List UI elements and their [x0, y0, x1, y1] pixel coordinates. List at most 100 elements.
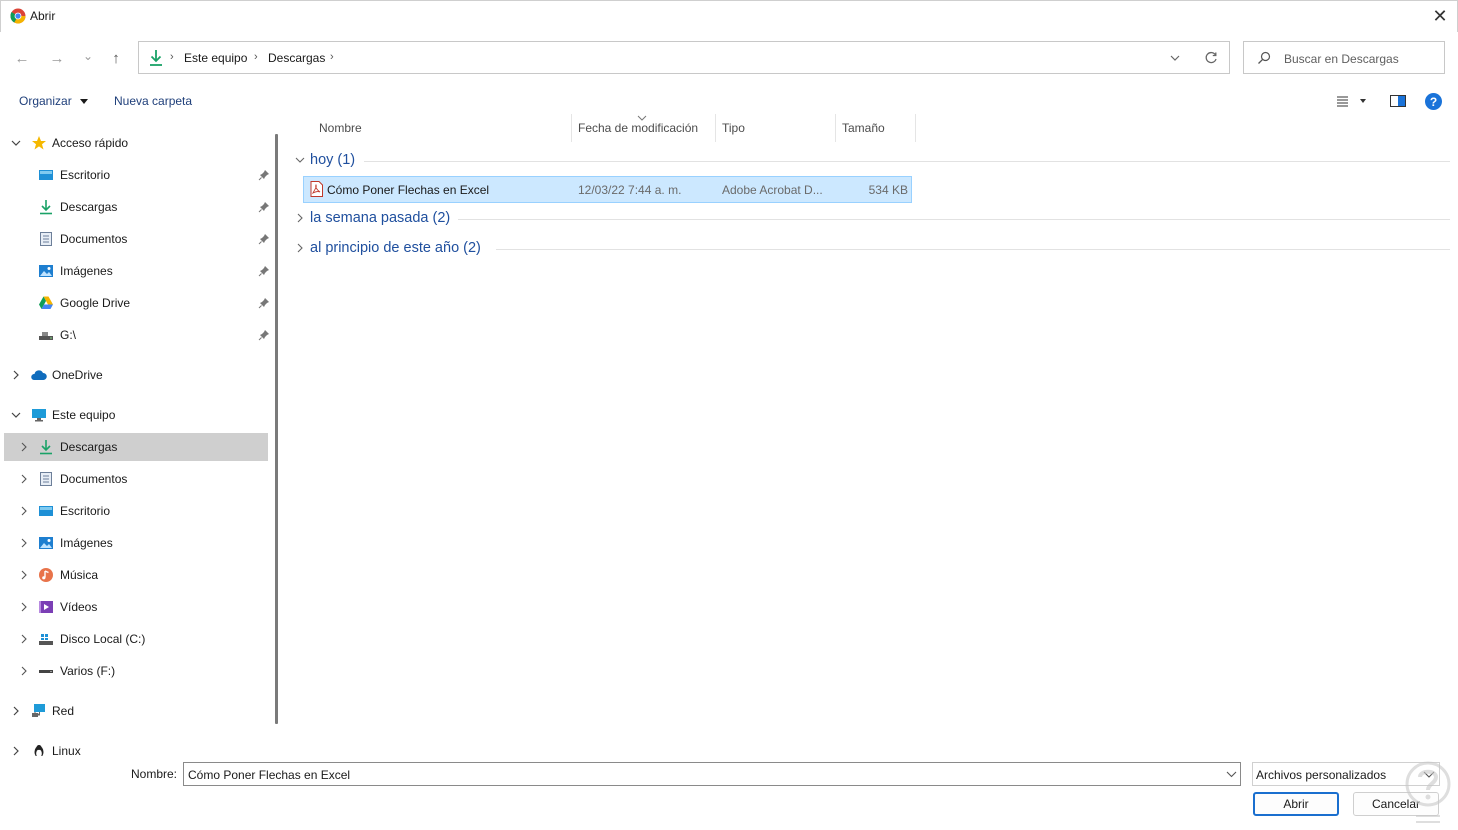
nav-label: Documentos: [60, 472, 128, 486]
file-size: 534 KB: [868, 183, 908, 197]
column-label: Tipo: [722, 121, 745, 135]
chevron-right-icon: [18, 537, 30, 549]
address-bar[interactable]: › Este equipo › Descargas ›: [138, 41, 1230, 74]
pin-icon: [258, 202, 269, 213]
preview-pane-button[interactable]: [1388, 92, 1408, 110]
caret-down-icon: [80, 99, 89, 105]
search-box[interactable]: Buscar en Descargas: [1243, 41, 1445, 74]
recent-locations-button[interactable]: ⌄: [77, 45, 99, 67]
address-history-dropdown[interactable]: [1165, 48, 1185, 68]
nav-pane-scrollbar[interactable]: [275, 134, 278, 724]
group-label: la semana pasada (2): [310, 210, 451, 226]
chevron-down-icon: ⌄: [82, 49, 94, 63]
nav-network[interactable]: Red: [4, 697, 268, 725]
system-drive-icon: [39, 634, 53, 645]
breadcrumb-separator: ›: [170, 51, 174, 63]
nav-quick-documentos[interactable]: Documentos: [4, 225, 269, 253]
chevron-right-icon: [297, 243, 303, 253]
nav-pc-imagenes[interactable]: Imágenes: [4, 529, 268, 557]
help-button[interactable]: ?: [1425, 93, 1442, 110]
watermark-logo-icon: [1405, 761, 1451, 823]
organize-label: Organizar: [19, 94, 72, 108]
nav-label: Escritorio: [60, 504, 111, 518]
download-icon: [40, 200, 52, 215]
nav-linux[interactable]: Linux: [4, 737, 268, 756]
new-folder-button[interactable]: Nueva carpeta: [114, 94, 192, 108]
chevron-right-icon: [18, 441, 30, 453]
chevron-right-icon: [18, 569, 30, 581]
nav-label: Descargas: [60, 200, 118, 214]
nav-label: Escritorio: [60, 168, 111, 182]
back-button[interactable]: ←: [11, 47, 33, 69]
view-details-icon: [1337, 96, 1366, 107]
refresh-button[interactable]: [1201, 48, 1221, 68]
chevron-down-icon: [10, 409, 22, 421]
chevron-right-icon: [18, 665, 30, 677]
file-name-dropdown[interactable]: [1222, 765, 1240, 783]
group-header-al-principio-de-este-ano[interactable]: al principio de este año (2): [294, 237, 481, 259]
group-header-hoy[interactable]: hoy (1): [294, 149, 355, 171]
up-button[interactable]: ↑: [105, 47, 127, 69]
file-name-label: Nombre:: [131, 767, 178, 781]
star-icon: [32, 136, 46, 150]
chevron-right-icon: [10, 705, 22, 717]
nav-quick-descargas[interactable]: Descargas: [4, 193, 269, 221]
download-icon: [40, 440, 52, 455]
pictures-icon: [39, 537, 53, 549]
nav-pc-videos[interactable]: Vídeos: [4, 593, 268, 621]
nav-pc-descargas[interactable]: Descargas: [4, 433, 268, 461]
drive-icon: [39, 332, 53, 340]
window-title: Abrir: [30, 9, 56, 23]
pin-icon: [258, 298, 269, 309]
drive-icon: [39, 670, 53, 673]
nav-label: Linux: [52, 744, 81, 756]
nav-pc-varios-f[interactable]: Varios (F:): [4, 657, 268, 685]
chevron-down-icon: [10, 137, 22, 149]
nav-label: Disco Local (C:): [60, 632, 146, 646]
open-button[interactable]: Abrir: [1253, 792, 1339, 816]
nav-onedrive[interactable]: OneDrive: [4, 361, 268, 389]
column-header-tipo[interactable]: Tipo: [715, 114, 836, 142]
chevron-down-icon: [1170, 55, 1180, 61]
close-icon: ✕: [1432, 5, 1448, 26]
nav-quick-access[interactable]: Acceso rápido: [4, 129, 268, 157]
column-header-nombre[interactable]: Nombre: [312, 114, 572, 142]
nav-quick-imagenes[interactable]: Imágenes: [4, 257, 269, 285]
organize-menu[interactable]: Organizar: [19, 94, 89, 108]
nav-quick-escritorio[interactable]: Escritorio: [4, 161, 269, 189]
breadcrumb-este-equipo[interactable]: Este equipo: [184, 51, 247, 65]
nav-quick-google-drive[interactable]: Google Drive: [4, 289, 269, 317]
nav-label: Descargas: [60, 440, 118, 454]
file-row[interactable]: Cómo Poner Flechas en Excel 12/03/22 7:4…: [303, 176, 912, 203]
close-button[interactable]: ✕: [1428, 4, 1452, 28]
change-view-button[interactable]: [1334, 92, 1368, 110]
nav-pc-musica[interactable]: Música: [4, 561, 268, 589]
nav-label: OneDrive: [52, 368, 103, 382]
nav-pc-escritorio[interactable]: Escritorio: [4, 497, 268, 525]
arrow-right-icon: →: [49, 49, 65, 67]
group-header-la-semana-pasada[interactable]: la semana pasada (2): [294, 207, 450, 229]
navigation-pane: Acceso rápido Escritorio Descargas Docum…: [0, 128, 276, 756]
nav-label: Varios (F:): [60, 664, 116, 678]
sort-descending-icon: [637, 115, 647, 121]
forward-button[interactable]: →: [46, 47, 68, 69]
nav-this-pc[interactable]: Este equipo: [4, 401, 268, 429]
nav-label: Imágenes: [60, 264, 113, 278]
file-modified: 12/03/22 7:44 a. m.: [578, 183, 682, 197]
chevron-right-icon: [10, 745, 22, 756]
network-icon: [32, 704, 45, 717]
nav-pc-documentos[interactable]: Documentos: [4, 465, 268, 493]
nav-label: Documentos: [60, 232, 128, 246]
nav-pc-disco-local-c[interactable]: Disco Local (C:): [4, 625, 268, 653]
column-label: Tamaño: [842, 121, 885, 135]
breadcrumb-descargas[interactable]: Descargas: [268, 51, 325, 65]
column-header-fecha[interactable]: Fecha de modificación: [571, 114, 716, 142]
file-name-input[interactable]: Cómo Poner Flechas en Excel: [183, 762, 1241, 786]
nav-quick-g-drive[interactable]: G:\: [4, 321, 269, 349]
documents-icon: [40, 232, 52, 246]
onedrive-cloud-icon: [31, 370, 47, 380]
search-icon: [1258, 51, 1271, 64]
column-header-tamano[interactable]: Tamaño: [835, 114, 916, 142]
computer-icon: [32, 409, 46, 422]
breadcrumb-separator: ›: [330, 51, 334, 63]
